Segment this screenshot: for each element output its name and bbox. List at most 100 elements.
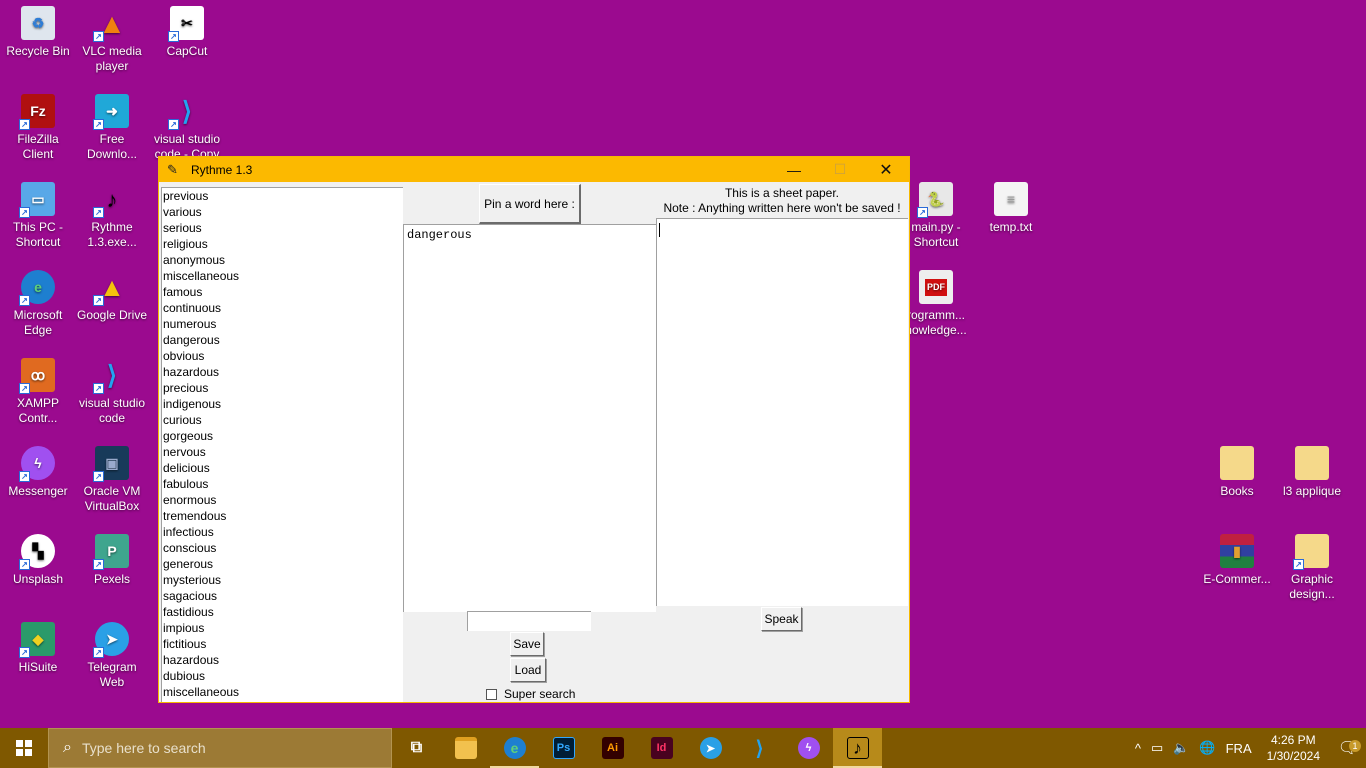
taskbar-illustrator[interactable]: Ai <box>588 728 637 768</box>
word-list-item[interactable]: impious <box>162 620 403 636</box>
desktop-icon-unsplash[interactable]: ▚ ↗ Unsplash <box>0 534 76 587</box>
taskbar-edge[interactable]: e <box>490 728 539 768</box>
word-list-item[interactable]: hazardous <box>162 364 403 380</box>
battery-icon[interactable]: ▭ <box>1146 740 1168 756</box>
taskbar-search-box[interactable]: ⌕ Type here to search <box>48 728 392 768</box>
word-list-item[interactable]: religious <box>162 236 403 252</box>
word-list-item[interactable]: hazardous <box>162 652 403 668</box>
clock[interactable]: 4:26 PM 1/30/2024 <box>1257 732 1330 764</box>
task-view-button[interactable]: ⧉ <box>392 728 441 768</box>
taskbar-messenger[interactable]: ϟ <box>784 728 833 768</box>
save-button[interactable]: Save <box>510 632 544 656</box>
word-list-item[interactable]: enormous <box>162 492 403 508</box>
desktop-icon-filezilla[interactable]: Fz ↗ FileZilla Client <box>0 94 76 162</box>
taskbar: ⌕ Type here to search ⧉ e Ps Ai Id ➤ ⟩ ϟ… <box>0 728 1366 768</box>
desktop-icon-edge[interactable]: e ↗ Microsoft Edge <box>0 270 76 338</box>
word-list-item[interactable]: famous <box>162 284 403 300</box>
hisuite-icon: ◆ ↗ <box>19 622 55 658</box>
word-list-item[interactable]: dubious <box>162 668 403 684</box>
word-list-item[interactable]: miscellaneous <box>162 684 403 700</box>
network-icon[interactable]: 🌐 <box>1194 740 1220 756</box>
filename-input[interactable] <box>467 611 591 631</box>
desktop-icon-capcut[interactable]: ✂ ↗ CapCut <box>149 6 225 59</box>
desktop-icon-hisuite[interactable]: ◆ ↗ HiSuite <box>0 622 76 675</box>
word-list-item[interactable]: sagacious <box>162 588 403 604</box>
desktop-icon-this-pc[interactable]: ▭ ↗ This PC - Shortcut <box>0 182 76 250</box>
word-list-item[interactable]: numerous <box>162 316 403 332</box>
language-indicator[interactable]: FRA <box>1221 741 1257 756</box>
word-list-item[interactable]: previous <box>162 188 403 204</box>
word-list-item[interactable]: various <box>162 204 403 220</box>
desktop-icon-virtualbox[interactable]: ▣ ↗ Oracle VM VirtualBox <box>74 446 150 514</box>
word-list-item[interactable]: fabulous <box>162 476 403 492</box>
desktop-icon-google-drive[interactable]: ▲ ↗ Google Drive <box>74 270 150 323</box>
word-list-item[interactable]: conscious <box>162 540 403 556</box>
windows-logo-icon <box>16 740 32 756</box>
volume-icon[interactable]: 🔈 <box>1168 740 1194 756</box>
desktop-icon-books[interactable]: Books <box>1199 446 1275 499</box>
word-list-item[interactable]: tremendous <box>162 508 403 524</box>
minimize-button[interactable]: — <box>771 157 817 182</box>
desktop-icon-rythme[interactable]: ♪ ↗ Rythme 1.3.exe... <box>74 182 150 250</box>
maximize-button[interactable]: ☐ <box>817 157 863 182</box>
sheet-paper-textarea[interactable] <box>656 218 908 606</box>
rythme-window: ✎ Rythme 1.3 — ☐ ✕ previous various seriou… <box>158 156 910 703</box>
desktop-icon-graphic-design[interactable]: ↗ Graphic design... <box>1274 534 1350 602</box>
desktop-icon-xampp[interactable]: ꝏ ↗ XAMPP Contr... <box>0 358 76 426</box>
desktop-icon-free-download-manager[interactable]: ➜ ↗ Free Downlo... <box>74 94 150 162</box>
feather-icon: ✎ <box>167 161 178 177</box>
word-list-item[interactable]: anonymous <box>162 252 403 268</box>
desktop-icon-messenger[interactable]: ϟ ↗ Messenger <box>0 446 76 499</box>
taskbar-photoshop[interactable]: Ps <box>539 728 588 768</box>
taskbar-file-explorer[interactable] <box>441 728 490 768</box>
desktop-icon-vlc[interactable]: ▲ ↗ VLC media player <box>74 6 150 74</box>
word-list-item[interactable]: indigenous <box>162 396 403 412</box>
word-list-item[interactable]: generous <box>162 556 403 572</box>
desktop-icon-vscode-copy[interactable]: ⟩ ↗ visual studio code - Copy <box>149 94 225 162</box>
pinned-word-textbox[interactable]: dangerous <box>403 224 656 612</box>
google-drive-icon: ▲ ↗ <box>93 270 129 306</box>
taskbar-vscode[interactable]: ⟩ <box>735 728 784 768</box>
desktop-icon-pexels[interactable]: P ↗ Pexels <box>74 534 150 587</box>
taskbar-indesign[interactable]: Id <box>637 728 686 768</box>
word-list-item[interactable]: precious <box>162 380 403 396</box>
word-list-item[interactable]: curious <box>162 412 403 428</box>
search-icon: ⌕ <box>63 739 72 756</box>
messenger-icon: ϟ <box>797 737 820 759</box>
word-list-item[interactable]: mysterious <box>162 572 403 588</box>
taskbar-telegram[interactable]: ➤ <box>686 728 735 768</box>
desktop-icon-telegram[interactable]: ➤ ↗ Telegram Web <box>74 622 150 690</box>
edge-icon: e <box>503 737 526 759</box>
super-search-checkbox[interactable]: Super search <box>486 687 575 701</box>
title-bar[interactable]: ✎ Rythme 1.3 — ☐ ✕ <box>159 157 909 182</box>
desktop-icon-l3-applique[interactable]: l3 applique <box>1274 446 1350 499</box>
recycle-bin-icon: ♻ <box>21 6 55 40</box>
word-list-item[interactable]: serious <box>162 220 403 236</box>
word-list-item[interactable]: continuous <box>162 300 403 316</box>
word-list-item[interactable]: delicious <box>162 460 403 476</box>
action-center-button[interactable]: 🗨 1 <box>1330 738 1366 758</box>
word-list-item[interactable]: gorgeous <box>162 428 403 444</box>
desktop-icon-recycle-bin[interactable]: ♻ Recycle Bin <box>0 6 76 59</box>
rhyme-word-list[interactable]: previous various serious religious anonymous… <box>161 187 403 702</box>
rythme-icon: ♪ <box>846 737 869 759</box>
pin-word-button[interactable]: Pin a word here : <box>479 184 581 224</box>
close-button[interactable]: ✕ <box>863 157 909 182</box>
desktop-icon-e-commerce[interactable]: ▮ E-Commer... <box>1199 534 1275 587</box>
vlc-icon: ▲ ↗ <box>93 6 129 42</box>
taskbar-rythme[interactable]: ♪ <box>833 728 882 768</box>
word-list-item[interactable]: nervous <box>162 444 403 460</box>
speak-button[interactable]: Speak <box>761 607 802 631</box>
word-list-item[interactable]: obvious <box>162 348 403 364</box>
desktop-icon-temp-txt[interactable]: ≡ temp.txt <box>973 182 1049 235</box>
checkbox-box[interactable] <box>486 688 497 700</box>
show-hidden-icons-chevron[interactable]: ^ <box>1130 741 1146 756</box>
start-button[interactable] <box>0 728 48 768</box>
word-list-item[interactable]: dangerous <box>162 332 403 348</box>
load-button[interactable]: Load <box>510 658 546 682</box>
word-list-item[interactable]: miscellaneous <box>162 268 403 284</box>
word-list-item[interactable]: infectious <box>162 524 403 540</box>
word-list-item[interactable]: fastidious <box>162 604 403 620</box>
desktop-icon-vscode[interactable]: ⟩ ↗ visual studio code <box>74 358 150 426</box>
word-list-item[interactable]: fictitious <box>162 636 403 652</box>
